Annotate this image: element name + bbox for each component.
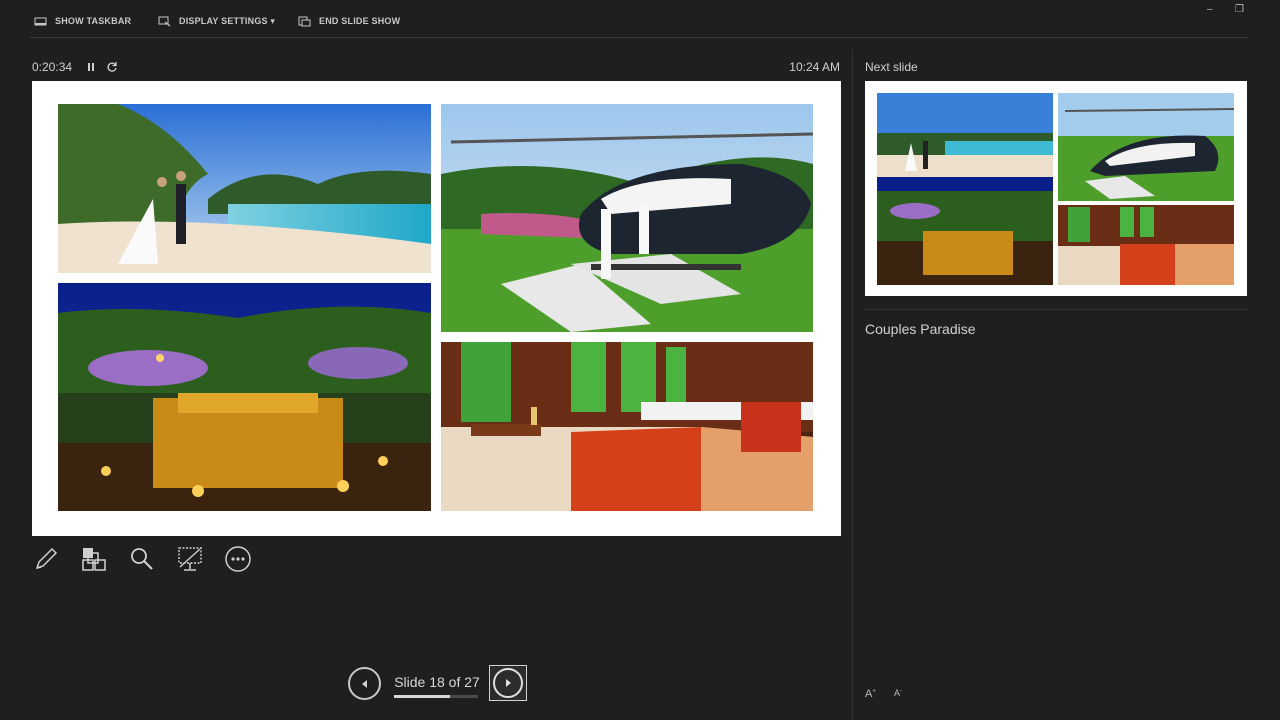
pen-tool-button[interactable] <box>30 542 62 576</box>
next-arrow-icon <box>506 679 511 687</box>
end-slide-show-button[interactable]: END SLIDE SHOW <box>298 12 400 30</box>
slide-progress-bar <box>394 695 478 698</box>
speaker-notes[interactable]: Couples Paradise <box>865 321 976 337</box>
next-slide-preview[interactable] <box>865 81 1247 296</box>
top-toolbar: SHOW TASKBAR DISPLAY SETTINGS ▾ END SLID… <box>0 0 1280 38</box>
next-slide-button[interactable] <box>489 665 527 701</box>
end-show-icon <box>298 16 311 26</box>
increase-font-button[interactable]: A+ <box>865 688 876 700</box>
slide-progress-fill <box>394 695 451 698</box>
next-slide-label: Next slide <box>865 60 918 74</box>
display-settings-button[interactable]: DISPLAY SETTINGS ▾ <box>158 12 275 30</box>
presenter-view: SHOW TASKBAR DISPLAY SETTINGS ▾ END SLID… <box>0 0 1280 720</box>
decrease-font-button[interactable]: A- <box>894 688 902 698</box>
slide-counter[interactable]: Slide 18 of 27 <box>392 674 482 690</box>
toolbar-divider <box>30 37 1248 38</box>
end-slide-show-label: END SLIDE SHOW <box>319 16 401 26</box>
current-slide[interactable] <box>32 81 841 536</box>
restore-icon[interactable]: ❐ <box>1235 4 1244 15</box>
pause-icon[interactable] <box>86 61 96 73</box>
display-icon <box>158 16 171 26</box>
see-all-slides-icon <box>82 548 106 571</box>
helicopter-photo <box>441 104 813 332</box>
ellipsis-icon <box>225 546 251 572</box>
black-screen-button[interactable] <box>174 542 206 576</box>
prev-arrow-icon <box>361 679 367 688</box>
see-all-slides-button[interactable] <box>78 542 110 576</box>
screen-icon <box>178 547 202 571</box>
elapsed-timer: 0:20:34 <box>32 60 73 74</box>
restart-timer-icon[interactable] <box>106 61 118 73</box>
next-slide-helicopter-photo <box>1058 93 1235 201</box>
more-options-button[interactable] <box>222 542 254 576</box>
next-slide-spa-photo <box>1058 205 1234 285</box>
beach-dinner-photo <box>58 283 431 511</box>
show-taskbar-button[interactable]: SHOW TASKBAR <box>34 12 131 30</box>
panel-divider[interactable] <box>852 50 853 720</box>
display-settings-label: DISPLAY SETTINGS ▾ <box>179 15 276 26</box>
beach-wedding-photo <box>58 104 431 273</box>
show-taskbar-label: SHOW TASKBAR <box>55 16 132 26</box>
zoom-button[interactable] <box>126 542 158 576</box>
next-slide-beach-photo <box>877 93 1053 177</box>
previous-slide-button[interactable] <box>348 667 381 700</box>
taskbar-icon <box>34 17 47 25</box>
current-time: 10:24 AM <box>789 60 840 74</box>
minimize-icon[interactable]: – <box>1207 4 1213 15</box>
notes-divider <box>865 309 1247 310</box>
next-slide-dinner-photo <box>877 177 1053 285</box>
magnifier-icon <box>131 548 153 570</box>
pen-icon <box>35 547 58 570</box>
spa-room-photo <box>441 342 813 511</box>
slide-tools <box>30 542 254 576</box>
